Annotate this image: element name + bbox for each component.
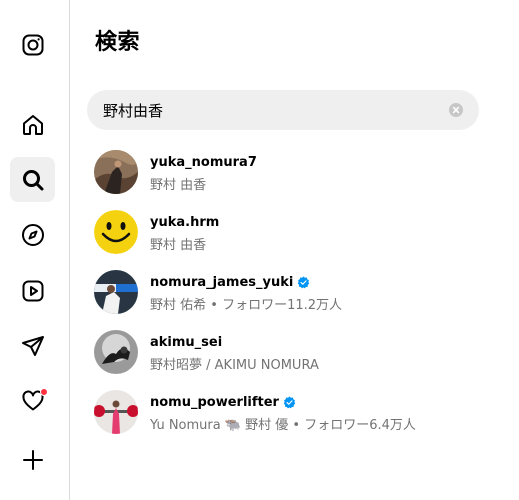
display-name: Yu Nomura 🐃 野村 優 • フォロワー6.4万人 <box>150 418 416 433</box>
display-name: 野村昭夢 / AKIMU NOMURA <box>150 358 319 373</box>
messages-send-icon <box>21 335 44 356</box>
home-button[interactable] <box>10 102 55 147</box>
username: nomura_james_yuki <box>150 275 310 290</box>
display-name: 野村 由香 <box>150 178 207 193</box>
messages-button[interactable] <box>10 323 55 368</box>
username: akimu_sei <box>150 335 223 350</box>
sidebar-nav <box>0 0 70 500</box>
username: yuka.hrm <box>150 215 220 230</box>
list-item[interactable]: nomura_james_yuki 野村 佑希 • フォロワー11.2万人 <box>71 262 519 322</box>
search-box <box>87 90 479 130</box>
close-icon <box>452 106 460 114</box>
home-icon <box>22 114 43 135</box>
reels-icon <box>22 280 43 301</box>
list-item[interactable]: nomu_powerlifter Yu Nomura 🐃 野村 優 • フォロワ… <box>71 382 519 442</box>
instagram-logo-icon <box>22 34 43 55</box>
display-name: 野村 由香 <box>150 238 207 253</box>
explore-compass-icon <box>21 223 44 246</box>
avatar <box>94 210 138 254</box>
instagram-logo-button[interactable] <box>10 22 55 67</box>
explore-button[interactable] <box>10 212 55 257</box>
list-item[interactable]: yuka.hrm 野村 由香 <box>71 202 519 262</box>
avatar <box>94 150 138 194</box>
create-button[interactable] <box>10 437 55 482</box>
reels-button[interactable] <box>10 268 55 313</box>
list-item[interactable]: yuka_nomura7 野村 由香 <box>71 142 519 202</box>
search-input[interactable] <box>87 90 447 130</box>
avatar <box>94 330 138 374</box>
clear-search-button[interactable] <box>449 103 463 117</box>
avatar <box>94 390 138 434</box>
search-button[interactable] <box>10 157 55 202</box>
search-results-list: yuka_nomura7 野村 由香 yuka.hrm 野村 由香 nomura… <box>71 142 519 442</box>
list-item[interactable]: akimu_sei 野村昭夢 / AKIMU NOMURA <box>71 322 519 382</box>
display-name: 野村 佑希 • フォロワー11.2万人 <box>150 298 343 313</box>
verified-badge-icon <box>298 276 310 289</box>
notification-dot <box>40 388 48 396</box>
verified-badge-icon <box>283 396 296 409</box>
create-plus-icon <box>22 449 43 470</box>
panel-title: 検索 <box>95 30 141 55</box>
notifications-button[interactable] <box>10 378 55 423</box>
search-panel: 検索 yuka_nomura7 野村 由香 <box>71 0 519 500</box>
search-icon <box>22 169 43 190</box>
avatar <box>94 270 138 314</box>
username: nomu_powerlifter <box>150 395 296 410</box>
username: yuka_nomura7 <box>150 155 257 170</box>
